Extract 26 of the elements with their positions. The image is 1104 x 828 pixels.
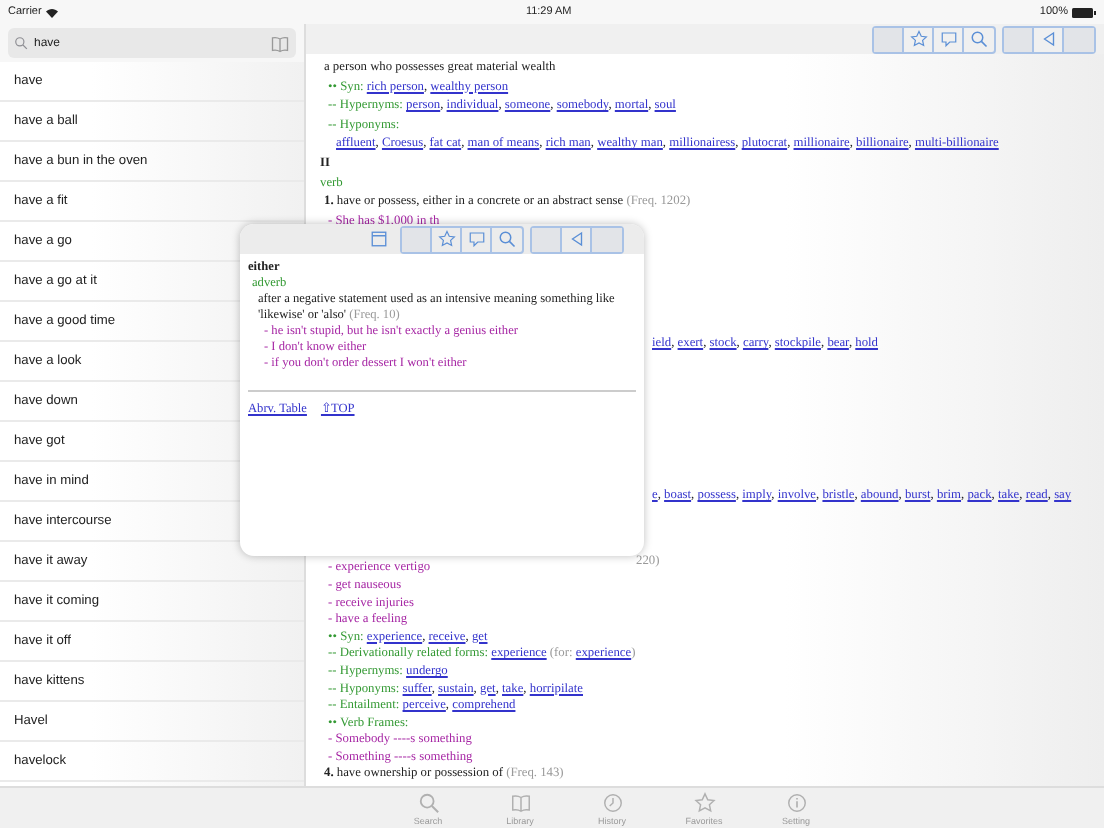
window-icon [370, 230, 388, 248]
search-icon [498, 230, 516, 248]
clock-icon [601, 791, 623, 813]
blank-toolbar-button[interactable] [532, 227, 562, 251]
blank-toolbar-button[interactable] [1064, 27, 1094, 51]
wifi-icon [45, 7, 58, 17]
blank-toolbar-button[interactable] [402, 227, 432, 251]
back-triangle-icon [567, 230, 585, 248]
toolbar-button[interactable] [432, 227, 462, 251]
blank-toolbar-button[interactable] [1004, 27, 1034, 51]
info-icon [785, 791, 807, 813]
blank-toolbar-button[interactable] [592, 227, 622, 251]
comment-icon [467, 230, 485, 248]
book-icon [509, 791, 531, 813]
star-icon [909, 30, 927, 48]
toolbar-button[interactable] [904, 27, 934, 51]
star-icon [693, 791, 715, 813]
blank-toolbar-button[interactable] [874, 27, 904, 51]
battery-icon [1071, 7, 1096, 17]
comment-icon [939, 30, 957, 48]
search-icon [970, 30, 988, 48]
star-icon [437, 230, 455, 248]
search-icon [14, 36, 28, 50]
search-icon [417, 791, 439, 813]
back-triangle-icon [1039, 30, 1057, 48]
book-icon [270, 33, 290, 53]
